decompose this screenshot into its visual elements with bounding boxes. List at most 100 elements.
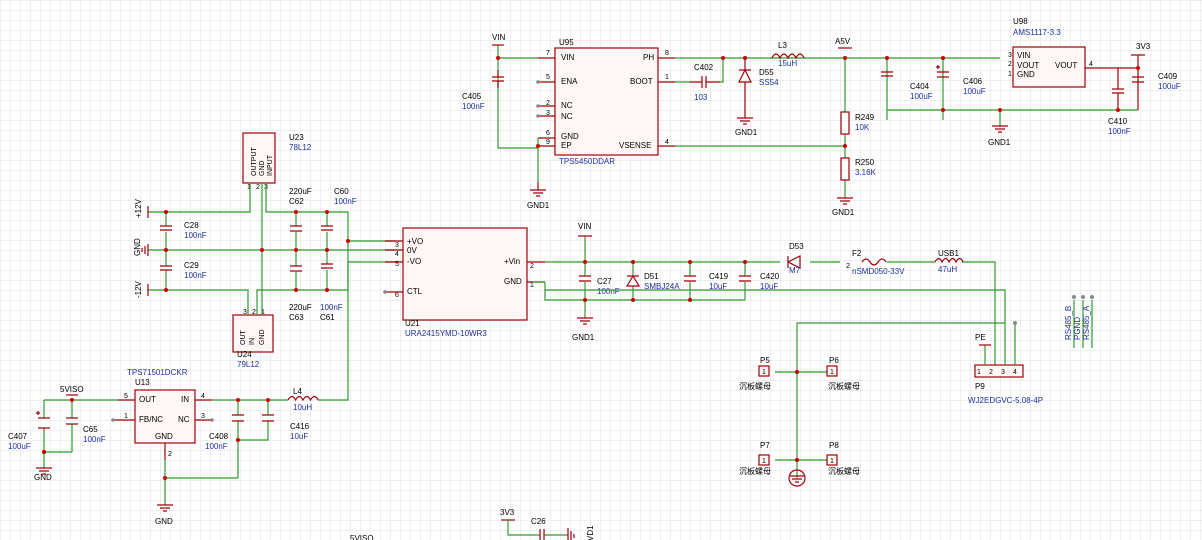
r249-resistor[interactable]: R249 10K: [840, 111, 875, 135]
u95-pin-ena: ENA: [561, 77, 578, 86]
svg-text:2: 2: [989, 369, 993, 376]
svg-text:0V: 0V: [407, 246, 417, 255]
u95-num-4: 4: [665, 139, 669, 146]
c62-capacitor[interactable]: 220uF C62: [289, 187, 312, 232]
p6-mounting-nut[interactable]: 1 P6 沉板螺母: [826, 356, 860, 391]
d53-diode[interactable]: D53 M7: [786, 242, 804, 275]
u23-78l12-regulator[interactable]: U23 78L12 OUTPUT GND INPUT 1 2 3: [242, 132, 312, 191]
net-plus12v: +12V: [134, 198, 143, 218]
svg-text:C409: C409: [1158, 72, 1178, 81]
svg-text:-VO: -VO: [407, 257, 421, 266]
svg-text:47uH: 47uH: [938, 265, 957, 274]
svg-text:GND: GND: [155, 432, 173, 441]
l3-inductor[interactable]: L3 15uH: [771, 41, 805, 68]
p5-mounting-nut[interactable]: 1 P5 沉板螺母: [739, 356, 771, 391]
d55-schottky-diode[interactable]: D55 SS54 GND1: [735, 58, 779, 137]
usb1-choke[interactable]: USB1 47uH: [934, 249, 964, 274]
c402-capacitor[interactable]: C402 103: [690, 63, 720, 102]
svg-text:2: 2: [168, 451, 172, 458]
svg-text:2: 2: [256, 184, 260, 191]
net-pe: PE: [975, 333, 986, 342]
c29-capacitor[interactable]: C29 100nF: [160, 261, 207, 280]
svg-text:C404: C404: [910, 82, 930, 91]
c410-capacitor[interactable]: C410 100nF: [1108, 68, 1131, 136]
u95-buck-converter[interactable]: U95 TPS5450DDAR VIN ENA NC NC GND EP PH …: [536, 38, 675, 166]
c60-capacitor[interactable]: C60 100nF: [321, 187, 357, 231]
c419-capacitor[interactable]: C419 10uF: [684, 272, 729, 291]
gnd-symbol-c407: GND: [34, 467, 52, 482]
f2-pin: 2: [846, 263, 850, 270]
svg-text:GND1: GND1: [527, 201, 550, 210]
d51-tvs-diode[interactable]: D51 SMBJ24A: [625, 272, 680, 291]
svg-text:220uF: 220uF: [289, 187, 312, 196]
svg-text:10uH: 10uH: [293, 403, 312, 412]
svg-text:10K: 10K: [855, 123, 870, 132]
svg-text:1: 1: [830, 369, 834, 376]
gnd1-symbol-u95: GND1: [527, 182, 550, 210]
p7-mounting-nut[interactable]: 1 P7 沉板螺母: [739, 441, 771, 476]
svg-text:1: 1: [977, 369, 981, 376]
u95-value: TPS5450DDAR: [559, 157, 615, 166]
svg-text:2: 2: [1008, 61, 1012, 68]
c404-capacitor[interactable]: C404 100uF: [881, 71, 933, 101]
svg-text:1: 1: [762, 369, 766, 376]
svg-text:C407: C407: [8, 432, 28, 441]
svg-text:C61: C61: [320, 313, 335, 322]
u21-dcdc-module[interactable]: U21 URA2415YMD-10WR3 +VO 0V -VO CTL +Vin…: [383, 227, 545, 338]
r250-resistor[interactable]: R250 3.16K GND1: [832, 157, 877, 217]
net-3v3-top: 3V3: [1136, 42, 1151, 51]
u24-79l12-regulator[interactable]: U24 79L12 OUT IN GND 3 2 1: [232, 309, 274, 369]
svg-text:4: 4: [201, 393, 205, 400]
svg-text:103: 103: [694, 93, 708, 102]
net-vin-mid: VIN: [578, 222, 592, 231]
c61-capacitor[interactable]: 100nF C61: [320, 263, 343, 322]
u95-num-5: 5: [546, 74, 550, 81]
svg-text:C62: C62: [289, 197, 304, 206]
svg-text:1: 1: [530, 282, 534, 289]
c63-capacitor[interactable]: 220uF C63: [289, 265, 312, 322]
svg-text:nSMD050-33V: nSMD050-33V: [852, 267, 905, 276]
net-5viso-bottom-left: 5VISO: [60, 385, 84, 394]
svg-text:D53: D53: [789, 242, 804, 251]
svg-text:U24: U24: [237, 350, 252, 359]
svg-text:220uF: 220uF: [289, 303, 312, 312]
svg-text:+Vin: +Vin: [504, 257, 520, 266]
svg-text:100nF: 100nF: [597, 287, 620, 296]
svg-text:10uF: 10uF: [290, 432, 308, 441]
net-minus12v: -12V: [134, 280, 143, 298]
svg-text:3: 3: [395, 242, 399, 249]
svg-text:GND: GND: [259, 329, 266, 345]
svg-text:4: 4: [395, 251, 399, 258]
svg-text:IN: IN: [249, 338, 256, 345]
u13-ldo-regulator[interactable]: TPS71501DCKR U13 OUT FB/NC IN NC GND 5 1…: [111, 368, 214, 460]
svg-text:R250: R250: [855, 158, 875, 167]
svg-text:1: 1: [830, 458, 834, 465]
u95-pin-nc2: NC: [561, 112, 573, 121]
svg-text:2: 2: [252, 309, 256, 316]
svg-text:C408: C408: [209, 432, 229, 441]
svg-text:WJ2EDGVC-5.08-4P: WJ2EDGVC-5.08-4P: [968, 396, 1043, 405]
p9-terminal-block[interactable]: 1 2 3 4 P9 WJ2EDGVC-5.08-4P: [968, 364, 1043, 405]
svg-text:C28: C28: [184, 221, 199, 230]
svg-text:VOUT: VOUT: [1017, 61, 1039, 70]
c416-capacitor[interactable]: C416 10uF: [262, 414, 310, 441]
c28-capacitor[interactable]: C28 100nF: [160, 221, 207, 240]
svg-text:P7: P7: [760, 441, 770, 450]
svg-text:TPS71501DCKR: TPS71501DCKR: [127, 368, 188, 377]
svg-text:C27: C27: [597, 277, 612, 286]
svg-text:VOUT: VOUT: [1055, 61, 1077, 70]
c26-capacitor[interactable]: C26: [531, 517, 546, 540]
net-3v3-bottom: 3V3: [500, 508, 515, 517]
u95-ref: U95: [559, 38, 574, 47]
svg-text:P5: P5: [760, 356, 770, 365]
svg-text:C29: C29: [184, 261, 199, 270]
p8-mounting-nut[interactable]: 1 P8 沉板螺母: [826, 441, 860, 476]
svg-text:VIN: VIN: [1017, 51, 1031, 60]
svg-text:C65: C65: [83, 425, 98, 434]
svg-text:3: 3: [1008, 52, 1012, 59]
svg-text:100nF: 100nF: [205, 442, 228, 451]
svg-text:C416: C416: [290, 422, 310, 431]
svg-text:C26: C26: [531, 517, 546, 526]
l4-inductor[interactable]: L4 10uH: [287, 387, 319, 412]
c409-capacitor[interactable]: C409 100uF: [1132, 72, 1181, 91]
